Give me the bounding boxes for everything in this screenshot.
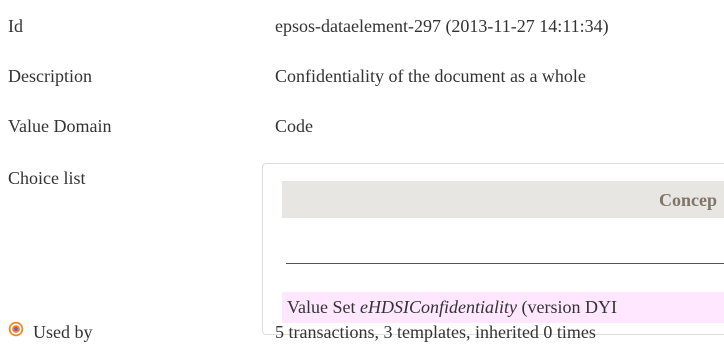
value-set-prefix: Value Set	[287, 297, 360, 317]
target-icon[interactable]	[8, 321, 24, 337]
choice-list-label: Choice list	[8, 168, 86, 188]
value-set-row: Value Set eHDSIConfidentiality (version …	[282, 292, 724, 323]
id-label: Id	[8, 16, 23, 36]
used-by-label[interactable]: Used by	[33, 322, 93, 343]
id-value: epsos-dataelement-297 (2013-11-27 14:11:…	[275, 16, 609, 36]
concept-header: Concep	[282, 181, 724, 218]
description-value: Confidentiality of the document as a who…	[275, 66, 586, 86]
value-domain-value: Code	[275, 116, 313, 136]
concept-header-label: Concep	[659, 190, 717, 210]
used-by-value: 5 transactions, 3 templates, inherited 0…	[275, 322, 596, 342]
header-divider	[286, 263, 724, 264]
value-set-text[interactable]: Value Set eHDSIConfidentiality (version …	[287, 297, 617, 318]
value-domain-label: Value Domain	[8, 116, 112, 136]
value-set-suffix: (version DYI	[516, 297, 617, 317]
value-set-name[interactable]: eHDSIConfidentiality	[360, 297, 517, 317]
description-label: Description	[8, 66, 92, 86]
